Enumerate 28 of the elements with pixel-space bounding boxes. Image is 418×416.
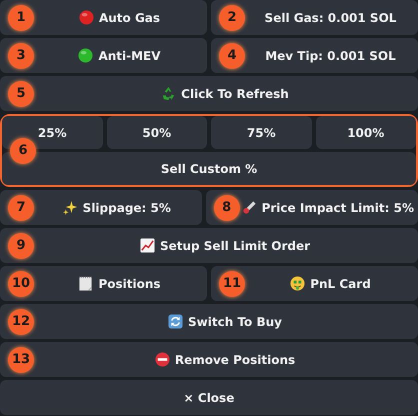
number-badge: 3 (8, 42, 34, 68)
keyboard-button[interactable]: 100% (316, 116, 416, 149)
keyboard-button[interactable]: 4 Mev Tip: 0.001 SOL (211, 38, 418, 73)
keyboard-button[interactable]: 3 Anti-MEV (0, 38, 207, 73)
number-badge: 8 (214, 194, 240, 220)
number-badge: 9 (8, 232, 34, 258)
number-badge: 4 (219, 42, 245, 68)
number-badge: 7 (8, 194, 34, 220)
keyboard-button[interactable]: × Close (0, 380, 418, 415)
number-badge: 11 (219, 270, 245, 296)
number-badge: 10 (8, 270, 34, 296)
keyboard-button[interactable]: 10 Positions (0, 266, 207, 301)
keyboard-button[interactable]: 2 Sell Gas: 0.001 SOL (211, 0, 418, 35)
keyboard-button[interactable]: 5 Click To Refresh (0, 76, 418, 111)
number-badge: 2 (219, 4, 245, 30)
keyboard-button[interactable]: 50% (106, 116, 207, 149)
keyboard-button[interactable]: 7 Slippage: 5% (0, 190, 202, 225)
number-badge: 1 (8, 4, 34, 30)
keyboard-button[interactable]: 9 Setup Sell Limit Order (0, 228, 418, 263)
keyboard-button[interactable]: 75% (211, 116, 312, 149)
keyboard-button[interactable]: 12 Switch To Buy (0, 304, 418, 339)
keyboard-button[interactable]: 1 Auto Gas (0, 0, 207, 35)
number-badge: 5 (8, 80, 34, 106)
number-badge: 12 (8, 308, 34, 334)
keyboard-button[interactable]: 13 Remove Positions (0, 342, 418, 377)
number-badge: 13 (8, 346, 34, 372)
keyboard-button[interactable]: 8 Price Impact Limit: 5% (206, 190, 418, 225)
keyboard-button[interactable]: 11 PnL Card (211, 266, 418, 301)
